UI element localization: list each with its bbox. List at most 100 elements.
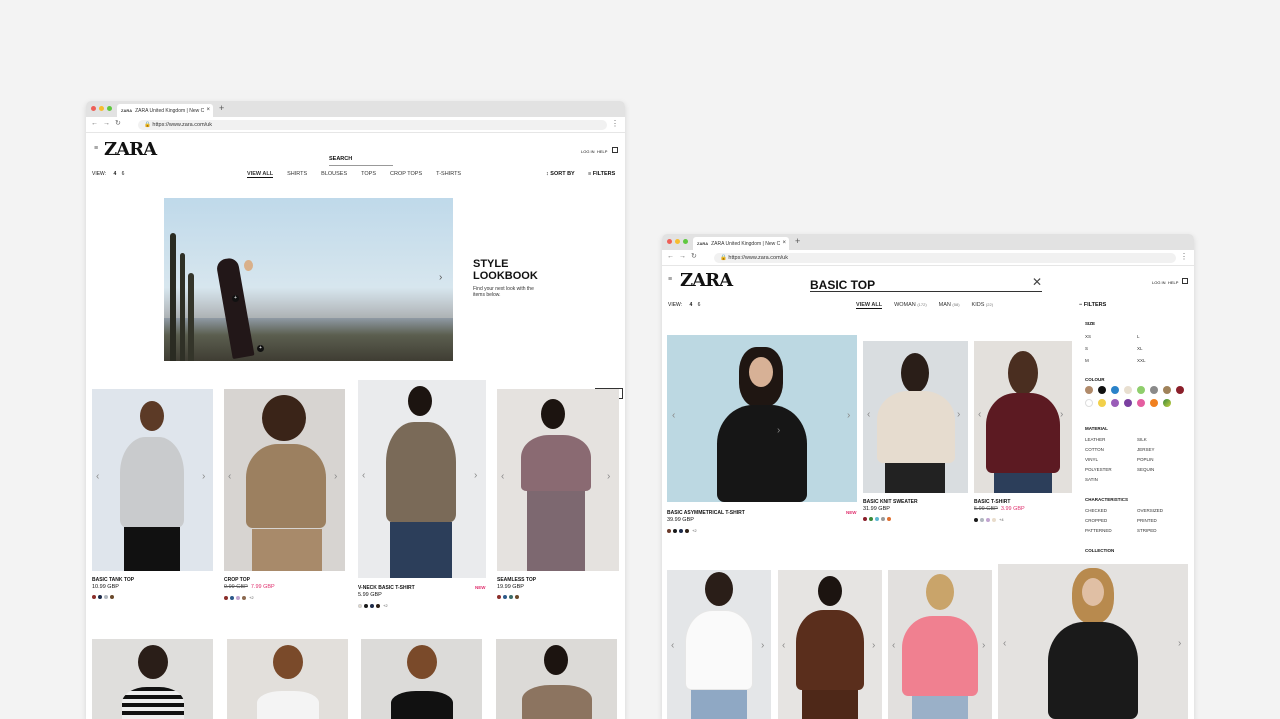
material-option[interactable]: SATIN bbox=[1085, 475, 1112, 485]
color-swatch[interactable] bbox=[230, 595, 234, 600]
colour-swatch[interactable] bbox=[1137, 399, 1145, 407]
product-image[interactable]: ‹ › bbox=[778, 570, 882, 719]
color-swatch[interactable] bbox=[236, 595, 240, 600]
colour-swatch[interactable] bbox=[1111, 386, 1119, 394]
color-swatch[interactable] bbox=[974, 517, 978, 522]
color-swatch[interactable] bbox=[503, 595, 507, 599]
browser-tab[interactable]: ZARA ZARA United Kingdom | New C × bbox=[693, 237, 789, 250]
close-tab-icon[interactable]: × bbox=[782, 237, 786, 250]
colour-swatch[interactable] bbox=[1150, 399, 1158, 407]
color-swatch[interactable] bbox=[364, 603, 368, 608]
color-swatch[interactable] bbox=[667, 528, 671, 533]
category-view-all[interactable]: VIEW ALL bbox=[247, 171, 274, 178]
bag-icon[interactable] bbox=[1182, 278, 1188, 284]
filter-collection-title[interactable]: COLLECTION bbox=[1085, 548, 1114, 553]
more-colors[interactable]: +4 bbox=[999, 517, 1004, 522]
colour-swatch[interactable] bbox=[1124, 386, 1132, 394]
colour-swatch[interactable] bbox=[1176, 386, 1184, 394]
help-link[interactable]: HELP bbox=[597, 149, 607, 154]
category-view-all[interactable]: VIEW ALL bbox=[856, 302, 883, 309]
help-link[interactable]: HELP bbox=[1168, 280, 1178, 285]
color-swatch[interactable] bbox=[376, 603, 380, 608]
colour-swatch[interactable] bbox=[1124, 399, 1132, 407]
material-option[interactable]: POLYESTER bbox=[1085, 465, 1112, 475]
chevron-left-icon[interactable]: ‹ bbox=[1003, 638, 1006, 649]
chevron-right-icon[interactable]: › bbox=[847, 410, 850, 421]
category-tops[interactable]: TOPS bbox=[361, 171, 376, 178]
view-option-6[interactable]: 6 bbox=[122, 171, 125, 177]
product-name[interactable]: V-NECK BASIC T-SHIRT bbox=[358, 585, 415, 591]
characteristic-option[interactable]: PATTERNED bbox=[1085, 526, 1112, 536]
browser-menu-icon[interactable]: ⋮ bbox=[1180, 252, 1188, 261]
zara-logo[interactable]: ZARA bbox=[104, 139, 157, 160]
sort-by-button[interactable]: ↕ SORT BY bbox=[546, 171, 575, 177]
color-swatch[interactable] bbox=[509, 595, 513, 599]
filters-button[interactable]: ≡ FILTERS bbox=[588, 171, 615, 177]
hotspot-icon-2[interactable]: + bbox=[257, 345, 264, 352]
chevron-right-icon[interactable]: › bbox=[1060, 409, 1063, 420]
category-shirts[interactable]: SHIRTS bbox=[287, 171, 307, 178]
product-image[interactable] bbox=[496, 639, 617, 719]
window-controls[interactable] bbox=[667, 239, 688, 244]
material-option[interactable]: LEATHER bbox=[1085, 435, 1112, 445]
url-field[interactable]: 🔒 https://www.zara.com/uk bbox=[714, 253, 1176, 263]
chevron-right-icon[interactable]: › bbox=[957, 409, 960, 420]
category-blouses[interactable]: BLOUSES bbox=[321, 171, 347, 178]
colour-swatch[interactable] bbox=[1137, 386, 1145, 394]
characteristic-option[interactable]: CROPPED bbox=[1085, 516, 1112, 526]
size-option[interactable]: XL bbox=[1137, 343, 1146, 355]
product-image[interactable] bbox=[227, 639, 348, 719]
login-link[interactable]: LOG IN bbox=[1152, 280, 1166, 285]
color-swatch[interactable] bbox=[980, 517, 984, 522]
url-field[interactable]: 🔒 https://www.zara.com/uk bbox=[138, 120, 607, 130]
chevron-right-icon[interactable]: › bbox=[439, 272, 442, 283]
chevron-left-icon[interactable]: ‹ bbox=[782, 640, 785, 651]
size-option[interactable]: XXL bbox=[1137, 355, 1146, 367]
product-name[interactable]: CROP TOP bbox=[224, 577, 250, 583]
material-option[interactable]: SEQUIN bbox=[1137, 465, 1155, 475]
chevron-right-icon[interactable]: › bbox=[607, 471, 610, 482]
category-kids[interactable]: KIDS (22) bbox=[972, 302, 994, 309]
color-swatch[interactable] bbox=[110, 595, 114, 599]
filters-button[interactable]: − FILTERS bbox=[1079, 302, 1106, 308]
color-swatch[interactable] bbox=[358, 603, 362, 608]
color-swatch[interactable] bbox=[685, 528, 689, 533]
chevron-right-icon[interactable]: › bbox=[982, 640, 985, 651]
more-colors[interactable]: +2 bbox=[249, 595, 254, 600]
view-option-4[interactable]: 4 bbox=[689, 302, 692, 308]
product-name[interactable]: SEAMLESS TOP bbox=[497, 577, 536, 583]
colour-swatch[interactable] bbox=[1098, 399, 1106, 407]
product-image[interactable]: ‹ › bbox=[92, 389, 213, 571]
colour-swatch[interactable] bbox=[1098, 386, 1106, 394]
chevron-left-icon[interactable]: ‹ bbox=[501, 471, 504, 482]
product-name[interactable]: BASIC KNIT SWEATER bbox=[863, 499, 918, 505]
material-option[interactable]: SILK bbox=[1137, 435, 1155, 445]
view-option-6[interactable]: 6 bbox=[698, 302, 701, 308]
view-option-4[interactable]: 4 bbox=[113, 171, 116, 177]
zara-logo[interactable]: ZARA bbox=[680, 270, 733, 291]
browser-tab[interactable]: ZARA ZARA United Kingdom | New C × bbox=[117, 104, 213, 117]
chevron-left-icon[interactable]: ‹ bbox=[671, 640, 674, 651]
browser-menu-icon[interactable]: ⋮ bbox=[611, 119, 619, 128]
material-option[interactable]: VINYL bbox=[1085, 455, 1112, 465]
size-option[interactable]: L bbox=[1137, 331, 1146, 343]
color-swatch[interactable] bbox=[497, 595, 501, 599]
product-image[interactable]: ‹ › bbox=[667, 570, 771, 719]
chevron-right-icon[interactable]: › bbox=[777, 425, 780, 436]
close-tab-icon[interactable]: × bbox=[206, 104, 210, 117]
color-swatch[interactable] bbox=[863, 517, 867, 521]
colour-swatch[interactable] bbox=[1085, 399, 1093, 407]
more-colors[interactable]: +2 bbox=[383, 603, 388, 608]
hamburger-icon[interactable]: ≡ bbox=[668, 276, 672, 283]
color-swatch[interactable] bbox=[104, 595, 108, 599]
product-image[interactable]: ‹ › bbox=[863, 341, 968, 493]
chevron-right-icon[interactable]: › bbox=[334, 471, 337, 482]
color-swatch[interactable] bbox=[992, 517, 996, 522]
characteristic-option[interactable]: CHECKED bbox=[1085, 506, 1112, 516]
product-image[interactable] bbox=[361, 639, 482, 719]
hamburger-icon[interactable]: ≡ bbox=[94, 145, 98, 152]
material-option[interactable]: POPLIN bbox=[1137, 455, 1155, 465]
new-tab-icon[interactable]: + bbox=[219, 103, 224, 113]
clear-search-icon[interactable]: ✕ bbox=[1032, 275, 1042, 289]
size-option[interactable]: M bbox=[1085, 355, 1091, 367]
